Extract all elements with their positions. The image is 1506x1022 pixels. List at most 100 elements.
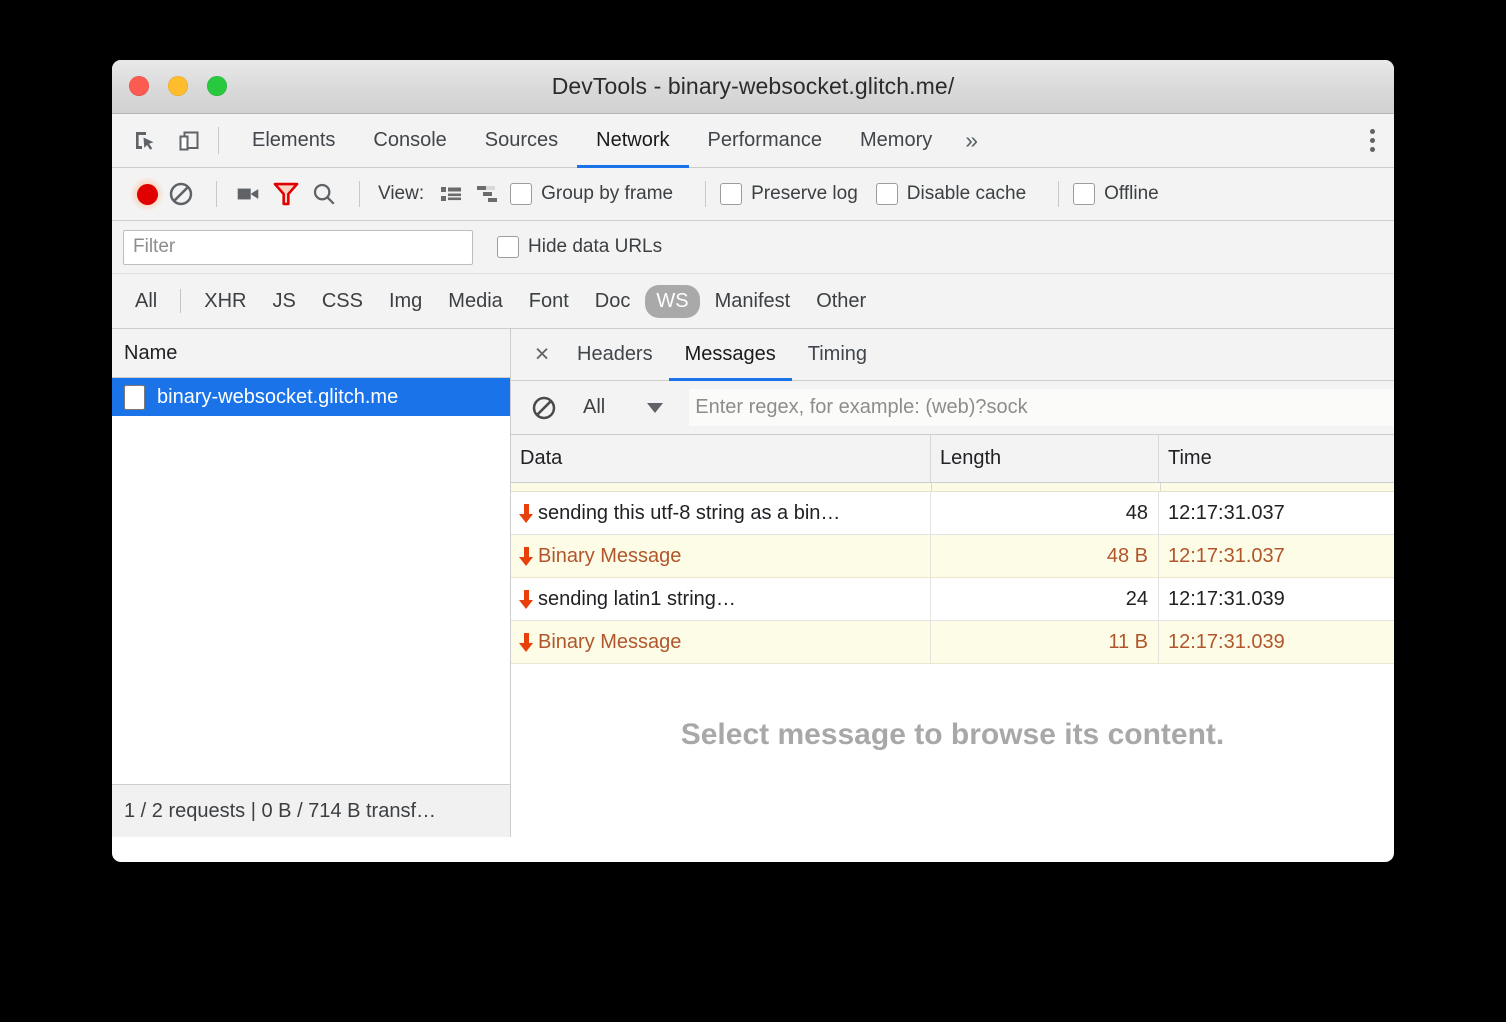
checkbox-box [510,183,532,205]
toolbar-divider-1 [216,181,217,207]
tabstrip-right [1349,114,1394,167]
message-data-text: Binary Message [538,631,681,654]
checkbox-box [876,183,898,205]
record-dot-icon [137,184,158,205]
search-icon[interactable] [307,177,341,211]
hide-data-urls-checkbox[interactable]: Hide data URLs [497,236,662,258]
column-header-time[interactable]: Time [1159,435,1394,482]
type-filter-js[interactable]: JS [261,285,306,318]
checkbox-box [497,236,519,258]
inspect-element-icon[interactable] [130,126,160,156]
more-options-icon[interactable] [1350,114,1394,167]
clear-button[interactable] [164,177,198,211]
messages-table-header: Data Length Time [511,435,1394,483]
message-time-cell: 12:17:31.039 [1159,621,1394,663]
messages-empty-state: Select message to browse its content. [511,664,1394,837]
arrow-down-icon [518,632,535,653]
requests-panel: Name binary-websocket.glitch.me 1 / 2 re… [112,329,511,837]
tab-console[interactable]: Console [354,114,465,167]
network-main: Name binary-websocket.glitch.me 1 / 2 re… [112,329,1394,837]
record-button[interactable] [130,177,164,211]
message-data-cell: Binary Message [511,535,931,577]
type-filter-css[interactable]: CSS [311,285,374,318]
message-row[interactable]: sending this utf-8 string as a bin… 48 1… [511,492,1394,535]
chevron-down-icon[interactable] [647,403,663,413]
preserve-log-checkbox[interactable]: Preserve log [720,183,858,205]
message-row[interactable]: sending latin1 string… 24 12:17:31.039 [511,578,1394,621]
type-filter-manifest[interactable]: Manifest [704,285,802,318]
column-header-length[interactable]: Length [931,435,1159,482]
close-window-button[interactable] [129,76,149,96]
filter-icon[interactable] [269,177,303,211]
list-view-icon[interactable] [434,177,468,211]
network-status-bar: 1 / 2 requests | 0 B / 714 B transf… [112,784,510,837]
disable-cache-checkbox[interactable]: Disable cache [876,183,1026,205]
message-row[interactable]: Binary Message 11 B 12:17:31.039 [511,621,1394,664]
requests-column-header: Name [112,329,510,378]
filter-bar: Hide data URLs [112,221,1394,274]
disable-cache-label: Disable cache [907,183,1026,205]
close-icon[interactable]: × [523,329,561,380]
tabstrip-divider [218,127,219,154]
column-header-data[interactable]: Data [511,435,931,482]
group-by-frame-checkbox[interactable]: Group by frame [510,183,673,205]
maximize-window-button[interactable] [207,76,227,96]
arrow-down-icon [518,546,535,567]
checkbox-box [720,183,742,205]
devtools-window: DevTools - binary-websocket.glitch.me/ [112,60,1394,862]
type-filter-font[interactable]: Font [518,285,580,318]
type-filter-media[interactable]: Media [437,285,513,318]
message-time-cell: 12:17:31.037 [1159,535,1394,577]
more-tabs-icon[interactable]: » [951,114,992,167]
minimize-window-button[interactable] [168,76,188,96]
offline-checkbox[interactable]: Offline [1073,183,1159,205]
message-data-text: sending this utf-8 string as a bin… [538,502,840,525]
type-filter-ws[interactable]: WS [645,285,699,318]
tab-memory[interactable]: Memory [841,114,951,167]
view-label: View: [378,183,424,205]
tab-messages[interactable]: Messages [669,329,792,380]
resource-type-filters: All XHR JS CSS Img Media Font Doc WS Man… [112,274,1394,329]
detail-panel: × Headers Messages Timing All [511,329,1394,837]
offline-label: Offline [1104,183,1159,205]
request-row[interactable]: binary-websocket.glitch.me [112,378,510,416]
devtools-tabstrip: Elements Console Sources Network Perform… [112,114,1394,168]
tab-headers[interactable]: Headers [561,329,669,380]
type-filter-img[interactable]: Img [378,285,433,318]
toolbar-divider-2 [359,181,360,207]
traffic-lights [129,76,227,96]
message-data-text: sending latin1 string… [538,588,736,611]
waterfall-view-icon[interactable] [472,177,506,211]
toolbar-divider-3 [705,181,706,207]
type-filter-other[interactable]: Other [805,285,877,318]
type-filter-all[interactable]: All [124,285,168,318]
preserve-log-label: Preserve log [751,183,858,205]
message-time-cell: 12:17:31.037 [1159,492,1394,534]
filter-input[interactable] [123,230,473,265]
clear-messages-icon[interactable] [527,391,561,425]
tab-performance[interactable]: Performance [689,114,842,167]
message-row[interactable]: Binary Message 48 B 12:17:31.037 [511,535,1394,578]
type-filter-doc[interactable]: Doc [584,285,642,318]
tab-elements[interactable]: Elements [233,114,354,167]
device-toolbar-icon[interactable] [174,126,204,156]
checkbox-box [1073,183,1095,205]
message-type-selected[interactable]: All [583,396,605,419]
tab-network[interactable]: Network [577,114,688,167]
messages-filter-bar: All [511,381,1394,435]
request-name: binary-websocket.glitch.me [157,386,398,409]
screen: DevTools - binary-websocket.glitch.me/ [0,0,1506,1022]
toolbar-divider-4 [1058,181,1059,207]
detail-tabs: × Headers Messages Timing [511,329,1394,381]
arrow-down-icon [518,503,535,524]
message-regex-input[interactable] [689,389,1394,426]
network-toolbar: View: Group b [112,168,1394,221]
window-title: DevTools - binary-websocket.glitch.me/ [112,73,1394,100]
type-filter-xhr[interactable]: XHR [193,285,257,318]
devtools-toolbar-icons [112,114,218,167]
message-length-cell: 48 B [931,535,1159,577]
group-by-frame-label: Group by frame [541,183,673,205]
capture-screenshots-icon[interactable] [231,177,265,211]
tab-sources[interactable]: Sources [466,114,577,167]
tab-timing[interactable]: Timing [792,329,883,380]
